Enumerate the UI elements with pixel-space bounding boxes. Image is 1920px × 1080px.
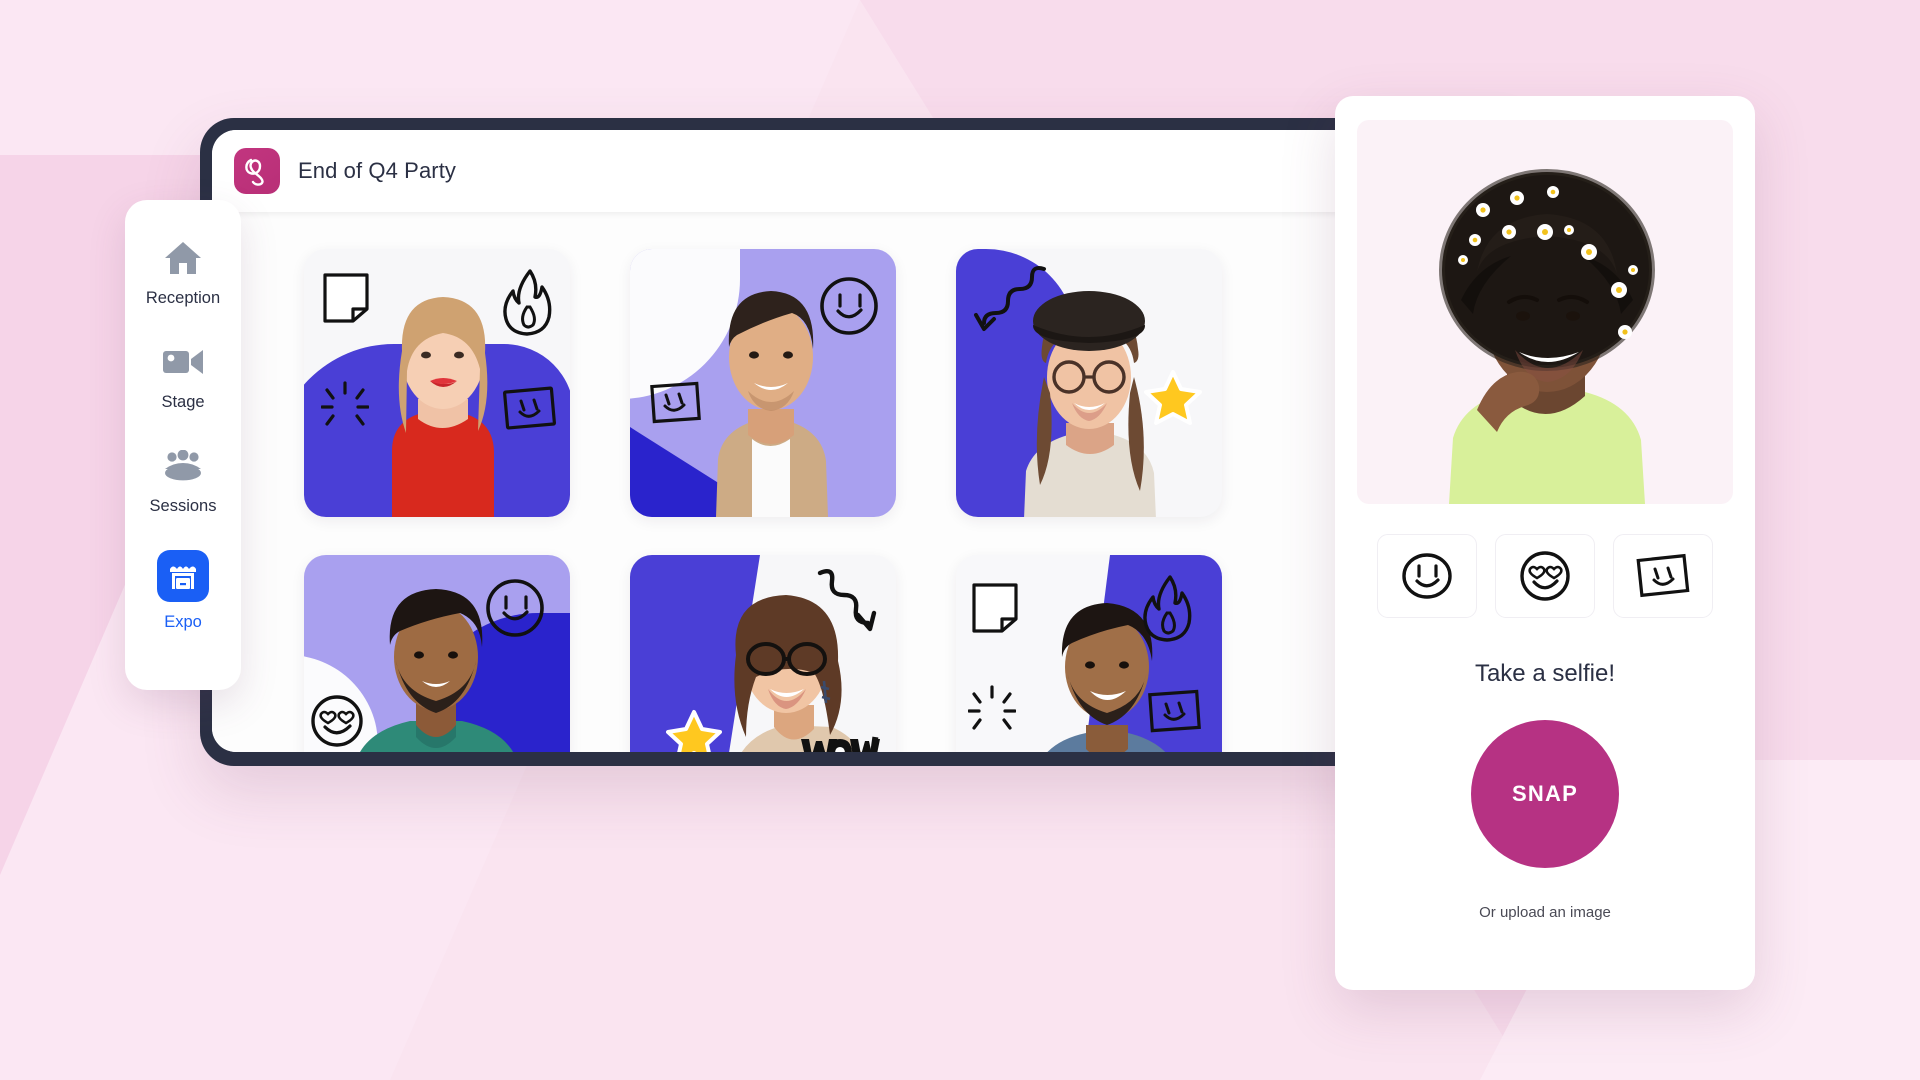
star-icon [666,709,722,752]
sparkle-burst-icon [321,381,369,431]
expo-booth-icon [157,550,209,602]
sidebar-item-expo[interactable]: Expo [125,550,241,632]
heart-eyes-smiley-icon [1520,551,1570,601]
sidebar-item-sessions[interactable]: Sessions [125,446,241,516]
note-icon [321,271,371,325]
sidebar-item-reception[interactable]: Reception [125,238,241,308]
square-face-icon [1146,685,1204,737]
snap-button[interactable]: SNAP [1471,720,1619,868]
wow-text-icon [798,733,880,752]
sidebar-item-label: Stage [161,393,205,411]
square-face-icon [648,377,704,427]
circle-smiley-icon [484,577,546,639]
circle-smiley-icon [1402,553,1452,599]
note-icon [970,581,1020,635]
tablet-screen: End of Q4 Party [212,130,1530,752]
sticker-option-square-face[interactable] [1613,534,1713,618]
star-icon [1144,369,1202,425]
video-camera-icon [161,342,205,382]
square-face-icon [501,383,559,433]
people-group-icon [161,446,205,486]
photo-card-3[interactable] [956,249,1222,517]
selfie-caption: Take a selfie! [1474,660,1616,687]
app-header: End of Q4 Party [212,130,1530,212]
swirl-logo-icon [234,148,280,194]
sticker-option-smiley[interactable] [1377,534,1477,618]
home-icon [161,238,205,278]
upload-image-link[interactable]: Or upload an image [1479,904,1611,921]
sticker-options [1377,534,1713,618]
squiggle-arrow-icon [810,565,894,641]
selfie-preview [1357,120,1733,504]
heart-eyes-smiley-icon [309,693,365,749]
selfie-panel: Take a selfie! SNAP Or upload an image [1335,96,1755,990]
sidebar-item-stage[interactable]: Stage [125,342,241,412]
photo-card-6[interactable] [956,555,1222,752]
sidebar-item-label: Reception [145,289,221,307]
page-title: End of Q4 Party [298,158,457,183]
sidebar-item-label: Expo [164,613,202,631]
photo-card-2[interactable] [630,249,896,517]
squiggle-arrow-icon [964,263,1056,339]
circle-smiley-icon [818,275,880,337]
flame-icon [500,267,554,337]
sparkle-burst-icon [968,685,1016,735]
sidebar-nav: Reception Stage Sessions Expo [125,200,241,690]
sidebar-item-label: Sessions [149,497,217,515]
selfie-portrait [1439,169,1655,504]
flame-icon [1140,573,1194,643]
sticker-option-heart-eyes[interactable] [1495,534,1595,618]
tablet-device-frame: End of Q4 Party [200,118,1530,766]
square-face-icon [1636,553,1690,598]
photo-card-4[interactable] [304,555,570,752]
photo-card-5[interactable] [630,555,896,752]
photo-card-1[interactable] [304,249,570,517]
expo-content-area [212,212,1530,752]
